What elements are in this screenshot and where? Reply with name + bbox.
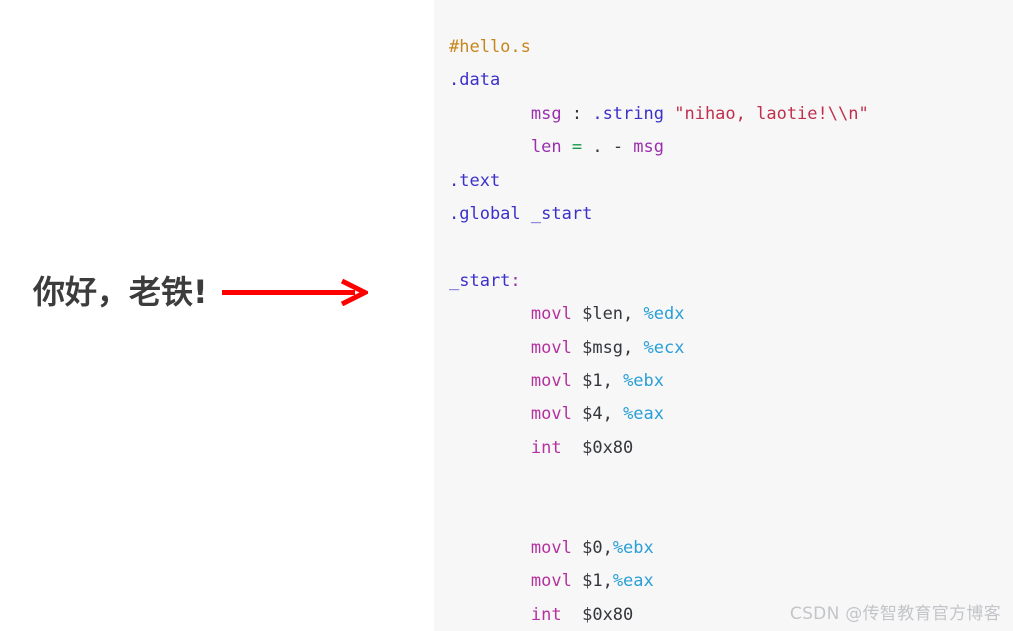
code-token-punct [664,104,674,124]
code-token-punct [633,338,643,358]
code-token-imm: $0x80 [582,604,634,625]
code-token-punct [449,137,531,157]
right-arrow-icon [221,278,368,306]
code-line: movl $1,%eax [449,565,869,598]
code-line: msg : .string "nihao, laotie!\\n" [449,98,869,131]
code-panel: #hello.s .data msg : .string "nihao, laot… [434,0,1013,631]
code-line: movl $4, %eax [449,398,869,431]
code-token-punct [562,605,582,625]
code-token-reg: %ecx [643,337,685,358]
code-token-punct [449,338,531,358]
code-token-mn: int [530,437,562,458]
code-token-imm: $1, [582,571,613,592]
code-line: int $0x80 [449,432,869,465]
code-token-reg: %eax [612,571,654,592]
code-token-reg: %ebx [612,537,654,558]
code-token-dir: .string [592,103,664,124]
code-token-dir: .global [449,203,521,224]
code-line: movl $msg, %ecx [449,332,869,365]
code-token-punct [572,338,582,358]
code-token-punct [562,438,582,458]
code-token-imm: $len, [582,304,634,325]
code-token-imm: $1, [582,370,613,391]
code-token-label: _start [449,270,511,291]
code-token-mn: movl [530,404,572,425]
code-token-punct [449,304,531,324]
code-token-punct [572,404,582,424]
code-token-punct [449,538,531,558]
code-token-punct: : [561,103,593,124]
code-token-mn: movl [530,304,572,325]
code-token-punct [449,104,531,124]
code-token-label: _start [530,203,593,224]
screenshot-root: 你好，老铁! #hello.s .data msg : .string "niha… [0,0,1013,631]
code-token-punct [449,605,531,625]
code-token-op: = [571,137,583,158]
code-token-sym: : [510,270,521,291]
code-token-punct: . - [582,137,634,158]
code-token-imm: $0x80 [582,437,634,458]
code-line: movl $len, %edx [449,298,869,331]
code-token-sym: msg [530,103,562,124]
code-line: .global _start [449,198,869,231]
annotation-label: 你好，老铁! [33,273,208,311]
code-token-mn: movl [530,337,572,358]
watermark: CSDN @传智教育官方博客 [789,604,1001,624]
code-line: movl $0,%ebx [449,532,869,565]
code-token-punct [449,404,531,424]
code-token-mn: movl [530,537,572,558]
code-token-mn: movl [530,370,572,391]
code-line: .data [449,64,869,97]
code-line: movl $1, %ebx [449,365,869,398]
code-token-sym: len [530,137,562,158]
code-token-punct [449,371,531,391]
code-token-punct [449,571,531,591]
code-token-comment: #hello.s [449,37,531,57]
code-token-punct [449,438,531,458]
code-token-punct [613,371,623,391]
code-token-imm: $4, [582,404,613,425]
code-token-punct [521,204,531,224]
code-token-reg: %edx [643,304,685,325]
code-line: .text [449,165,869,198]
code-token-punct [562,137,572,157]
code-listing: #hello.s .data msg : .string "nihao, laot… [449,31,869,631]
code-token-imm: $0, [582,537,613,558]
code-token-punct [572,371,582,391]
code-token-dir: .data [449,70,501,91]
code-token-mn: movl [530,571,572,592]
code-token-reg: %eax [623,404,665,425]
code-token-punct [613,404,623,424]
code-token-sym: msg [633,137,665,158]
code-token-string: "nihao, laotie!\\n" [674,103,869,124]
code-token-mn: int [530,604,562,625]
code-token-reg: %ebx [623,370,665,391]
annotation-callout: 你好，老铁! [33,266,368,318]
code-line: #hello.s [449,31,869,64]
code-line: len = . - msg [449,131,869,164]
code-line: _start: [449,265,869,298]
code-token-punct [633,304,643,324]
code-token-punct [572,304,582,324]
code-token-punct [572,571,582,591]
code-token-punct [572,538,582,558]
code-token-dir: .text [449,170,501,191]
annotation-panel: 你好，老铁! [0,0,434,631]
code-token-imm: $msg, [582,337,634,358]
